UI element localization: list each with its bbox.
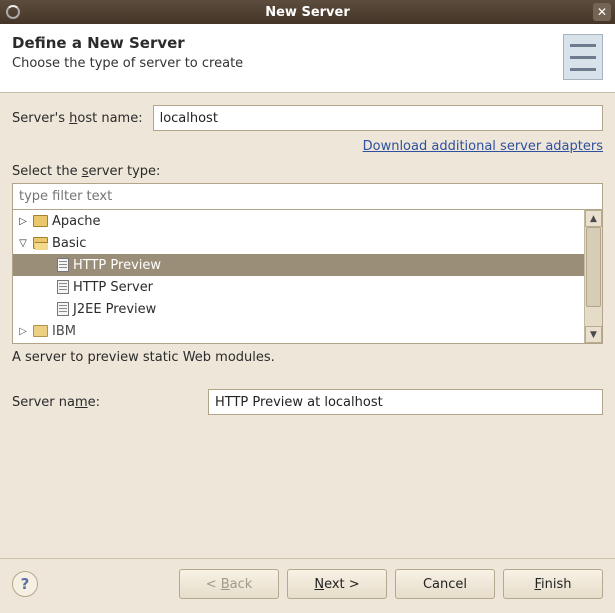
- window-titlebar: New Server ✕: [0, 0, 615, 24]
- wizard-header: Define a New Server Choose the type of s…: [0, 24, 615, 93]
- folder-icon: [33, 325, 48, 337]
- tree-label: IBM: [52, 324, 76, 339]
- tree-folder-basic[interactable]: ▽ Basic: [13, 232, 584, 254]
- download-adapters-link[interactable]: Download additional server adapters: [363, 139, 603, 154]
- scroll-track[interactable]: [585, 227, 602, 326]
- tree-scrollbar[interactable]: ▲ ▼: [584, 210, 602, 343]
- scroll-down-button[interactable]: ▼: [585, 326, 602, 343]
- server-type-label: Select the server type:: [12, 164, 603, 179]
- tree-label: J2EE Preview: [73, 302, 156, 317]
- hostname-label: Server's host name:: [12, 111, 143, 126]
- server-type-tree: ▷ Apache ▽ Basic HTTP Preview HTTP Serve…: [12, 210, 603, 344]
- window-title: New Server: [265, 5, 350, 20]
- hostname-input[interactable]: [153, 105, 603, 131]
- server-type-filter-input[interactable]: [12, 183, 603, 210]
- back-button: < Back: [179, 569, 279, 599]
- page-title: Define a New Server: [12, 34, 243, 52]
- server-type-description: A server to preview static Web modules.: [12, 350, 603, 365]
- cancel-button[interactable]: Cancel: [395, 569, 495, 599]
- server-node-icon: [57, 258, 69, 272]
- loading-spinner-icon: [6, 5, 20, 19]
- collapse-icon: ▽: [17, 238, 29, 249]
- folder-icon: [33, 215, 48, 227]
- finish-button[interactable]: Finish: [503, 569, 603, 599]
- server-node-icon: [57, 302, 69, 316]
- tree-folder-ibm[interactable]: ▷ IBM: [13, 320, 584, 342]
- tree-label: HTTP Server: [73, 280, 153, 295]
- tree-item-j2ee-preview[interactable]: J2EE Preview: [13, 298, 584, 320]
- page-subtitle: Choose the type of server to create: [12, 56, 243, 71]
- scroll-up-button[interactable]: ▲: [585, 210, 602, 227]
- folder-open-icon: [33, 237, 48, 249]
- scroll-thumb[interactable]: [586, 227, 601, 307]
- expand-icon: ▷: [17, 326, 29, 337]
- tree-label: Basic: [52, 236, 86, 251]
- tree-item-http-preview[interactable]: HTTP Preview: [13, 254, 584, 276]
- server-name-input[interactable]: [208, 389, 603, 415]
- next-button[interactable]: Next >: [287, 569, 387, 599]
- tree-item-http-server[interactable]: HTTP Server: [13, 276, 584, 298]
- tree-label: HTTP Preview: [73, 258, 161, 273]
- server-name-label: Server name:: [12, 395, 198, 410]
- tree-label: Apache: [52, 214, 101, 229]
- wizard-content: Server's host name: Download additional …: [0, 93, 615, 558]
- window-close-button[interactable]: ✕: [593, 3, 611, 21]
- wizard-footer: ? < Back Next > Cancel Finish: [0, 558, 615, 613]
- server-node-icon: [57, 280, 69, 294]
- server-wizard-icon: [563, 34, 603, 80]
- help-button[interactable]: ?: [12, 571, 38, 597]
- expand-icon: ▷: [17, 216, 29, 227]
- tree-folder-apache[interactable]: ▷ Apache: [13, 210, 584, 232]
